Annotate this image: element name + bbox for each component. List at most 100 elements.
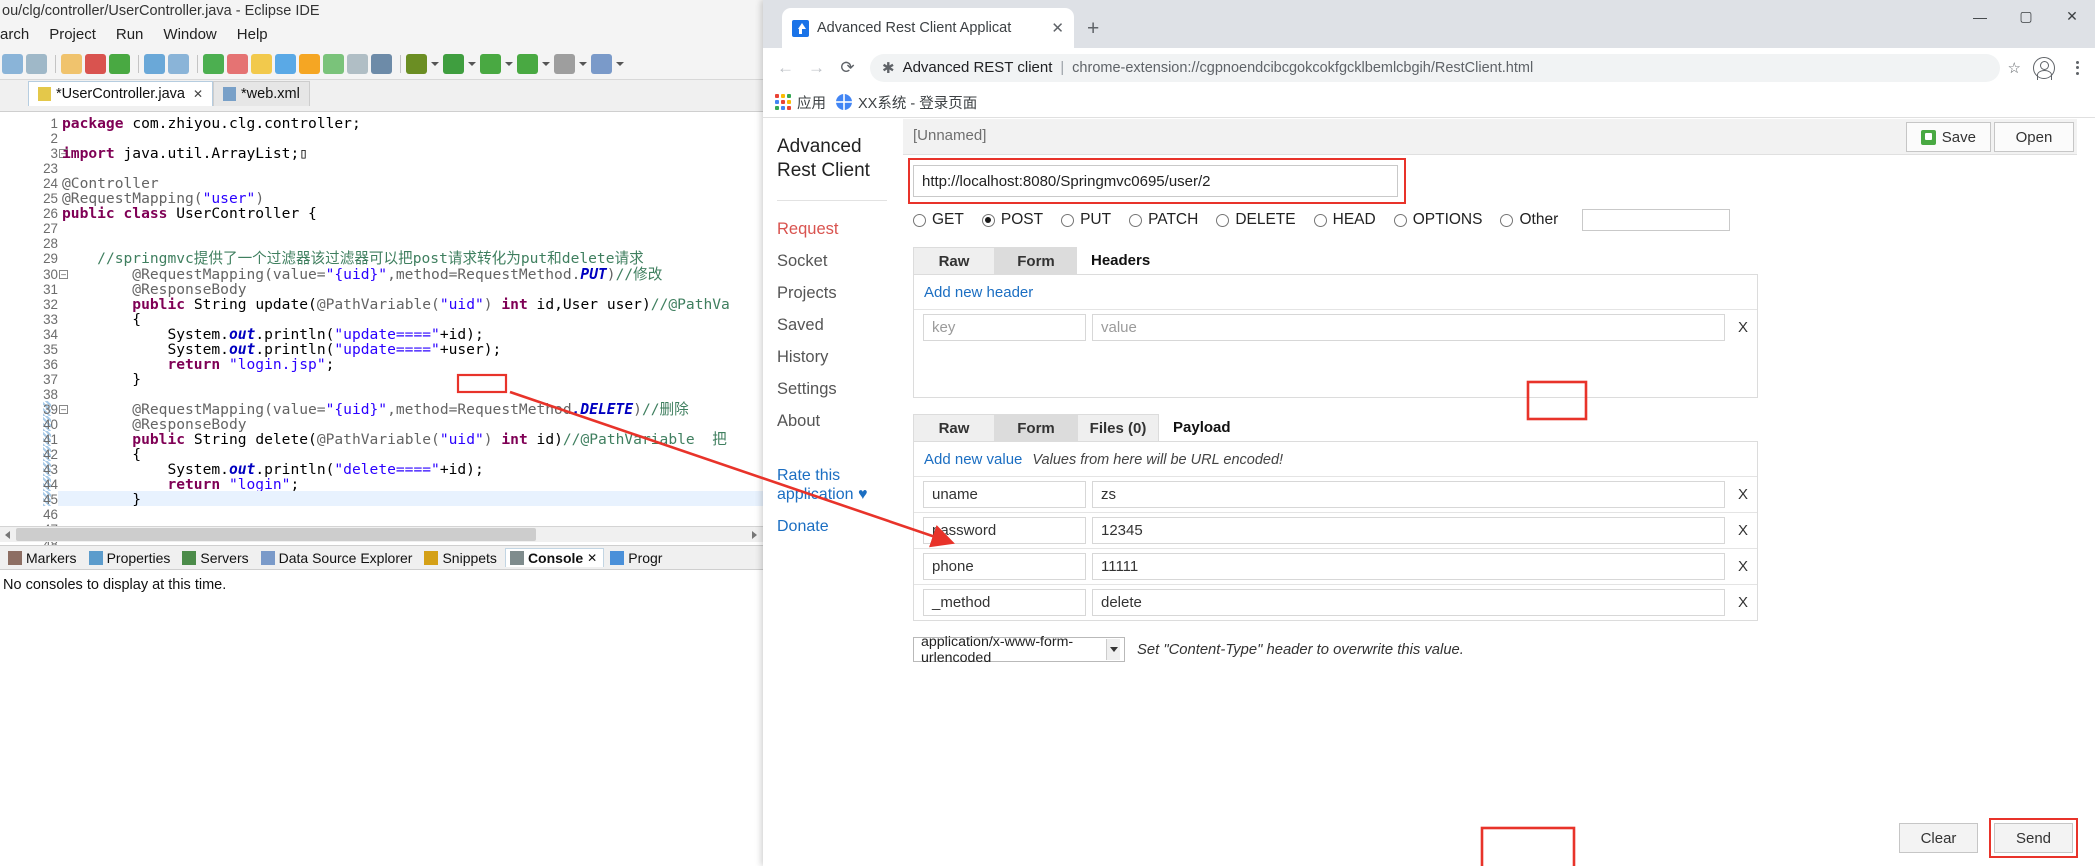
scrollbar-thumb[interactable]	[16, 528, 536, 541]
radio-indicator[interactable]	[1129, 213, 1143, 227]
close-tab-icon[interactable]: ✕	[1051, 19, 1064, 37]
method-radio-head[interactable]: HEAD	[1313, 211, 1376, 229]
profile-icon[interactable]	[517, 53, 538, 74]
dropdown-arrow-icon[interactable]	[541, 54, 550, 74]
add-new-header-link[interactable]: Add new header	[914, 275, 1757, 309]
open-button[interactable]: Open	[1994, 122, 2074, 152]
pilcrow-icon[interactable]	[371, 53, 392, 74]
payload-tab-form[interactable]: Form	[995, 414, 1077, 441]
comment-icon[interactable]	[323, 53, 344, 74]
radio-indicator[interactable]	[1216, 213, 1230, 227]
eclipse-editor-tabbar[interactable]: *UserController.java ✕ *web.xml	[0, 80, 763, 106]
sidebar-item-about[interactable]: About	[777, 411, 903, 432]
radio-indicator[interactable]	[1500, 213, 1514, 227]
menu-item-project[interactable]: Project	[49, 26, 96, 43]
bookmark-item-0[interactable]: 应用	[775, 92, 826, 113]
headers-tabs[interactable]: Raw Form Headers	[913, 247, 2077, 274]
add-new-value-link[interactable]: Add new value Values from here will be U…	[914, 442, 1757, 476]
payload-tab-payload[interactable]: Payload	[1159, 414, 1245, 441]
radio-indicator[interactable]	[1313, 213, 1327, 227]
close-window-button[interactable]: ✕	[2049, 0, 2095, 33]
method-radio-get[interactable]: GET	[913, 211, 964, 229]
dropdown-arrow-icon[interactable]	[615, 54, 624, 74]
request-url-input[interactable]	[913, 165, 1398, 197]
run-icon[interactable]	[443, 53, 464, 74]
warn-icon[interactable]	[203, 53, 224, 74]
code-line[interactable]: @ResponseBody	[62, 282, 246, 297]
payload-remove-button-2[interactable]: X	[1729, 558, 1757, 575]
payload-key-input-1[interactable]: password	[923, 517, 1086, 544]
debug-icon[interactable]	[406, 53, 427, 74]
payload-value-input-0[interactable]: zs	[1092, 481, 1725, 508]
clear-button[interactable]: Clear	[1899, 823, 1978, 853]
radio-indicator[interactable]	[1393, 213, 1407, 227]
validate-icon[interactable]	[299, 53, 320, 74]
payload-tab-raw[interactable]: Raw	[913, 414, 995, 441]
sidebar-item-settings[interactable]: Settings	[777, 379, 903, 400]
eclipse-code-editor[interactable]: 1 package com.zhiyou.clg.controller; 2 3– im…	[0, 111, 763, 546]
header-tab-form[interactable]: Form	[995, 247, 1077, 274]
dropdown-arrow-icon[interactable]	[467, 54, 476, 74]
code-line[interactable]: @RequestMapping("user")	[62, 191, 264, 206]
back-icon[interactable]: ←	[771, 53, 800, 82]
payload-remove-button-3[interactable]: X	[1729, 594, 1757, 611]
method-radio-put[interactable]: PUT	[1061, 211, 1111, 229]
method-radio-delete[interactable]: DELETE	[1216, 211, 1296, 229]
reload-icon[interactable]: ⟳	[833, 53, 862, 82]
radio-indicator[interactable]	[1061, 213, 1075, 227]
sidebar-item-saved[interactable]: Saved	[777, 315, 903, 336]
code-line[interactable]: {	[62, 312, 141, 327]
menu-item-window[interactable]: Window	[163, 26, 216, 43]
close-editor-tab-icon[interactable]: ✕	[193, 82, 203, 107]
open-type-icon[interactable]	[144, 53, 165, 74]
new-tab-button[interactable]: +	[1087, 18, 1099, 48]
menu-item-run[interactable]: Run	[116, 26, 144, 43]
bookmark-item-1[interactable]: XX系统 - 登录页面	[836, 92, 977, 113]
header-key-input[interactable]: key	[923, 314, 1086, 341]
editor-horizontal-scrollbar[interactable]	[0, 526, 763, 542]
method-radio-patch[interactable]: PATCH	[1129, 211, 1198, 229]
debug-config-icon[interactable]	[85, 53, 106, 74]
outline-icon[interactable]	[347, 53, 368, 74]
payload-key-input-3[interactable]: _method	[923, 589, 1086, 616]
view-tab-console[interactable]: Console ✕	[504, 548, 605, 567]
radio-indicator[interactable]	[981, 213, 995, 227]
minimize-window-button[interactable]: —	[1957, 0, 2003, 33]
sidebar-item-socket[interactable]: Socket	[777, 251, 903, 272]
dropdown-arrow-icon[interactable]	[504, 54, 513, 74]
payload-value-input-2[interactable]: 11111	[1092, 553, 1725, 580]
sidebar-item-request[interactable]: Request	[777, 219, 903, 240]
view-tab-snippets[interactable]: Snippets	[420, 549, 502, 567]
coverage-icon[interactable]	[480, 53, 501, 74]
save-button[interactable]: Save	[1905, 122, 1991, 152]
header-tab-headers[interactable]: Headers	[1077, 247, 1164, 274]
payload-remove-button-0[interactable]: X	[1729, 486, 1757, 503]
sidebar-link-1[interactable]: Donate	[777, 517, 903, 537]
code-line[interactable]: System.out.println("update===="+user);	[62, 342, 501, 357]
payload-value-input-3[interactable]: delete	[1092, 589, 1725, 616]
custom-method-input[interactable]	[1582, 209, 1731, 231]
search-icon[interactable]	[168, 53, 189, 74]
code-line[interactable]: System.out.println("update===="+id);	[62, 327, 483, 342]
view-tab-markers[interactable]: Markers	[4, 549, 83, 567]
forward-icon[interactable]: →	[802, 53, 831, 82]
code-line[interactable]: @RequestMapping(value="{uid}",method=Req…	[62, 402, 688, 417]
code-line[interactable]: System.out.println("delete===="+id);	[62, 462, 483, 477]
content-type-select[interactable]: application/x-www-form-urlencoded	[913, 634, 1125, 666]
code-line[interactable]: @Controller	[62, 176, 159, 191]
refresh-icon[interactable]	[227, 53, 248, 74]
chevron-down-icon[interactable]	[1106, 639, 1120, 660]
view-tab-data-source-explorer[interactable]: Data Source Explorer	[257, 549, 419, 567]
bookmark-star-icon[interactable]: ☆	[2008, 59, 2021, 77]
payload-value-input-1[interactable]: 12345	[1092, 517, 1725, 544]
code-line[interactable]: import java.util.ArrayList;▯	[62, 146, 308, 161]
bookmarks-bar[interactable]: 应用 XX系统 - 登录页面	[763, 87, 2095, 118]
header-remove-button[interactable]: X	[1729, 319, 1757, 336]
sidebar-item-projects[interactable]: Projects	[777, 283, 903, 304]
arc-sidebar-nav[interactable]: Request Socket Projects Saved History Setting…	[777, 219, 903, 432]
code-line[interactable]: }	[62, 492, 141, 507]
method-radio-post[interactable]: POST	[981, 211, 1043, 229]
header-tab-raw[interactable]: Raw	[913, 247, 995, 274]
payload-key-input-2[interactable]: phone	[923, 553, 1086, 580]
profile-avatar-icon[interactable]	[2033, 56, 2055, 80]
